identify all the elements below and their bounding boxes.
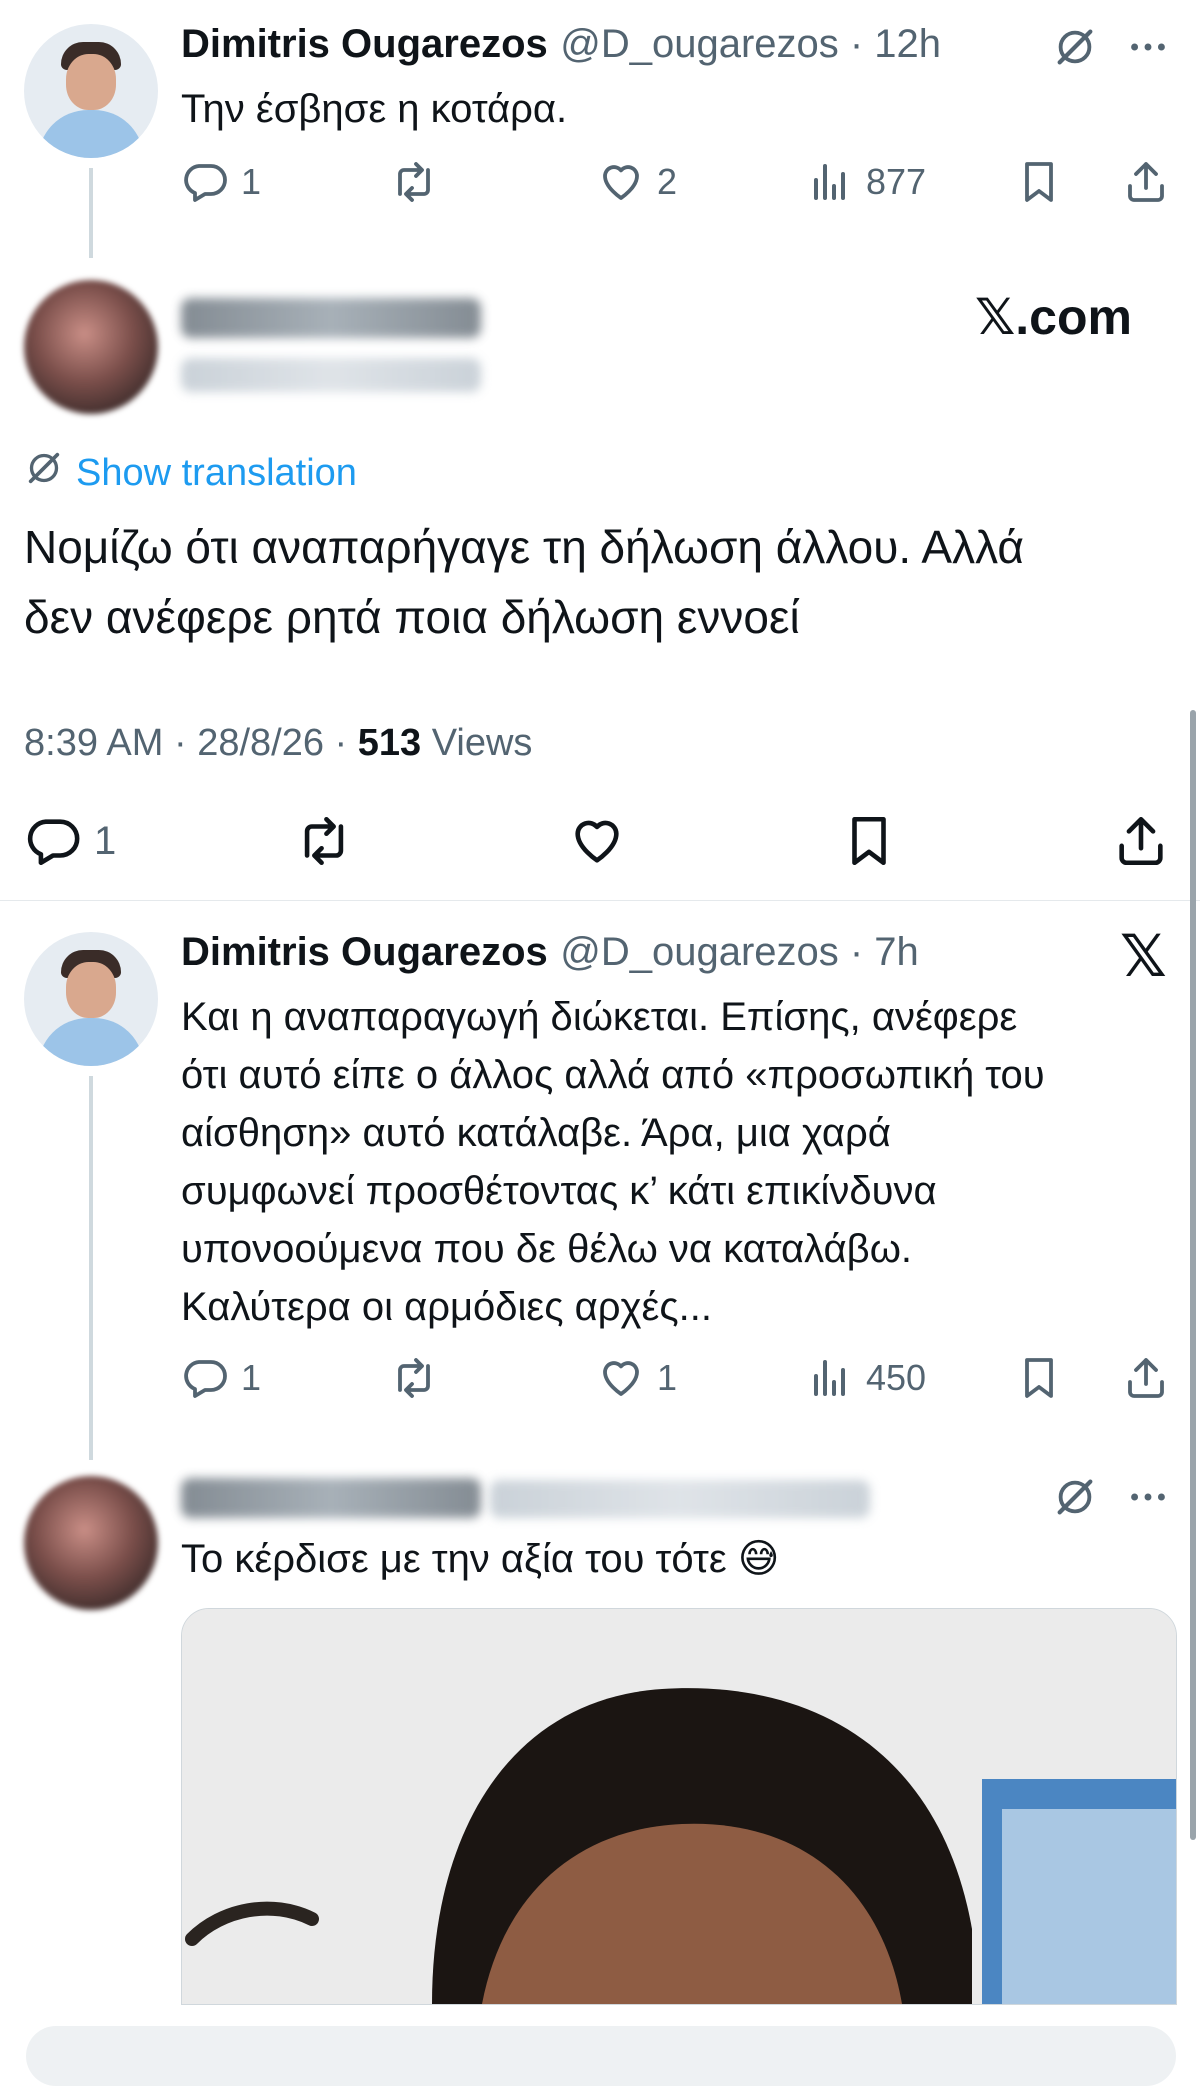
tweet-text-line: αίσθηση» αυτό κατάλαβε. Άρα, μια χαρά [181,1111,891,1155]
reply-icon [24,812,82,870]
more-icon[interactable] [1125,1474,1171,1525]
retweet-icon [390,1354,438,1402]
tweet-text-line: υπονοούμενα που δε θέλω να καταλάβω. [181,1227,913,1271]
like-count: 2 [657,161,678,202]
tweet-text-line: Και η αναπαραγωγή διώκεται. Επίσης, ανέφ… [181,995,1018,1039]
reply-button[interactable]: 1 [24,812,116,870]
retweet-icon[interactable] [295,812,353,875]
views-count: 877 [866,161,927,202]
author-name[interactable]: Dimitris Ougarezos [181,22,548,66]
heart-icon[interactable] [568,812,626,875]
avatar[interactable] [24,1476,158,1610]
views-count: 450 [866,1357,927,1398]
tweet-header: Dimitris Ougarezos @D_ougarezos · 12h [181,22,941,67]
author-handle[interactable]: @D_ougarezos · 7h [560,930,919,974]
tweet-text: Την έσβησε η κοτάρα. [181,87,568,131]
retweet-button[interactable] [390,158,438,206]
share-icon[interactable] [1112,812,1170,875]
reply-button[interactable]: 1 [181,158,261,206]
tweet-text-line: Νομίζω ότι αναπαρήγαγε τη δήλωση άλλου. … [24,521,1024,573]
thread-line [89,168,93,258]
divider [0,900,1200,901]
reply-icon [181,158,229,206]
author-handle-blurred [490,1480,870,1518]
share-icon[interactable] [1122,158,1170,211]
show-translation-link[interactable]: Show translation [24,448,357,498]
author-name[interactable]: Dimitris Ougarezos [181,930,548,974]
author-handle-blurred [181,358,481,392]
tweet-text-line: ότι αυτό είπε ο άλλος αλλά από «προσωπικ… [181,1053,1045,1097]
reply-count: 1 [94,818,117,863]
x-brand-logo: 𝕏.com [975,289,1132,345]
tweet-header: Dimitris Ougarezos @D_ougarezos · 7h [181,930,919,975]
views-icon [806,1354,854,1402]
tweet-text-line: συμφωνεί προσθέτοντας κ’ κάτι επικίνδυνα [181,1169,937,1213]
thread-line [89,1076,93,1460]
like-button[interactable]: 2 [597,158,677,206]
retweet-icon [390,158,438,206]
tweet-time[interactable]: 8:39 AM · 28/8/26 · [24,722,358,764]
tweet-text-line: Καλύτερα οι αρμόδιες αρχές... [181,1285,712,1329]
reply-count: 1 [241,161,262,202]
views-icon [806,158,854,206]
avatar[interactable] [24,280,158,414]
retweet-button[interactable] [390,1354,438,1402]
like-button[interactable]: 1 [597,1354,677,1402]
views-total: 513 [357,722,422,764]
bookmark-icon[interactable] [1015,1354,1063,1407]
tweet-text: Το κέρδισε με την αξία του τότε 😅 [181,1537,780,1581]
bookmark-icon[interactable] [1015,158,1063,211]
author-name-blurred [181,298,481,338]
like-count: 1 [657,1357,678,1398]
show-translation-label: Show translation [76,451,357,494]
scrollbar[interactable] [1190,710,1196,1840]
avatar[interactable] [24,932,158,1066]
photo-placeholder [182,1609,1176,2004]
views-label: Views [421,722,533,764]
bookmark-icon[interactable] [840,812,898,875]
reply-button[interactable]: 1 [181,1354,261,1402]
reply-icon [181,1354,229,1402]
x-logo-icon: 𝕏 [1120,924,1167,989]
views-button[interactable]: 450 [806,1354,926,1402]
author-handle[interactable]: @D_ougarezos · 12h [560,22,941,66]
translate-icon [24,448,64,498]
share-icon[interactable] [1122,1354,1170,1407]
reply-composer-bar[interactable] [26,2026,1176,2086]
avatar[interactable] [24,24,158,158]
tweet-timestamp: 8:39 AM · 28/8/26 · 513 Views [24,722,532,765]
tweet-media-image[interactable] [181,1608,1177,2005]
author-name-blurred [181,1478,481,1518]
grok-icon[interactable] [1052,24,1098,75]
heart-icon [597,1354,645,1402]
tweet-text: Νομίζω ότι αναπαρήγαγε τη δήλωση άλλου. … [24,512,1024,652]
reply-count: 1 [241,1357,262,1398]
more-icon[interactable] [1125,24,1171,75]
heart-icon [597,158,645,206]
grok-icon[interactable] [1052,1474,1098,1525]
tweet-text: Και η αναπαραγωγή διώκεται. Επίσης, ανέφ… [181,988,1045,1336]
views-button[interactable]: 877 [806,158,926,206]
tweet-text-line: δεν ανέφερε ρητά ποια δήλωση εννοεί [24,591,800,643]
